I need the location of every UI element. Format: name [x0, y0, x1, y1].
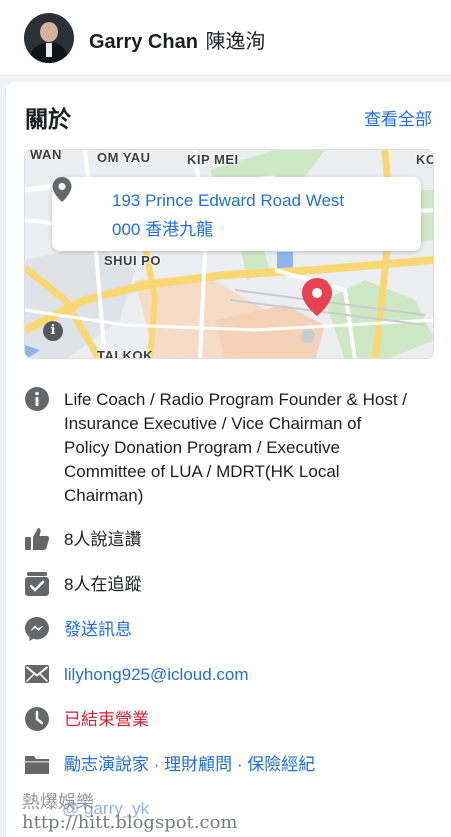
address-card[interactable]: 193 Prince Edward Road West 000 香港九龍	[52, 177, 421, 251]
clock-icon	[25, 707, 49, 731]
hours-status: 已結束營業	[64, 710, 149, 729]
map-info-icon[interactable]: i	[43, 321, 63, 341]
messenger-icon	[25, 617, 49, 641]
detail-email[interactable]: lilyhong925@icloud.com	[24, 661, 434, 689]
thumbs-up-icon	[25, 528, 50, 550]
email-link[interactable]: lilyhong925@icloud.com	[64, 663, 249, 687]
folder-icon	[25, 756, 49, 774]
avatar[interactable]	[24, 13, 74, 63]
watermark-title: 熱爆娛樂	[22, 792, 94, 813]
send-message-link[interactable]: 發送訊息	[64, 618, 132, 642]
category-link[interactable]: 理財顧問	[164, 755, 232, 774]
map-label-shui-po: SHUI PO	[104, 253, 161, 268]
envelope-icon	[25, 665, 49, 683]
map-label-wan: WAN	[30, 149, 62, 162]
category-link[interactable]: 勵志演說家	[64, 755, 149, 774]
followers-text: 8人在追蹤	[64, 575, 142, 594]
profile-name-cn: 陳逸洵	[205, 31, 266, 53]
info-circle-icon	[25, 387, 49, 411]
map-label-kip-mei: KIP MEI	[187, 152, 239, 167]
avatar-shirt	[46, 43, 52, 57]
categories-list: 勵志演說家 · 理財顧問 · 保險經紀	[64, 753, 315, 777]
category-separator: ·	[236, 755, 243, 774]
detail-message[interactable]: 發送訊息	[24, 616, 434, 644]
about-card: 關於 查看全部 WAN OM YAU KIP MEI K SHUI PO TAI…	[6, 82, 451, 837]
detail-followers: 8人在追蹤	[24, 571, 434, 599]
follow-check-icon	[25, 572, 49, 596]
address-line-2: 000 香港九龍	[112, 220, 214, 239]
watermark-url: http://hitt.blogspot.com	[22, 812, 238, 833]
detail-bio: Life Coach / Radio Program Founder & Hos…	[24, 386, 434, 510]
category-separator: ·	[153, 755, 160, 774]
avatar-head	[40, 22, 58, 42]
map-label-ko: KO	[416, 152, 433, 167]
detail-likes: 8人說這讚	[24, 526, 434, 554]
address-line-1: 193 Prince Edward Road West	[112, 191, 345, 210]
profile-name[interactable]: Garry Chan 陳逸洵	[89, 25, 266, 54]
location-map[interactable]: WAN OM YAU KIP MEI KO SHUI PO TAI KOK 19…	[24, 149, 434, 359]
map-marker-icon	[302, 278, 332, 316]
profile-name-en: Garry Chan	[89, 31, 198, 53]
detail-categories: 勵志演說家 · 理財顧問 · 保險經紀	[24, 751, 434, 779]
likes-text: 8人說這讚	[64, 530, 142, 549]
map-label-tai-kok: TAI KOK	[97, 348, 153, 359]
detail-hours: 已結束營業	[24, 706, 434, 734]
see-all-link[interactable]: 查看全部	[364, 105, 432, 130]
profile-header: Garry Chan 陳逸洵	[0, 0, 451, 76]
bio-text: Life Coach / Radio Program Founder & Hos…	[64, 390, 407, 505]
category-link[interactable]: 保險經紀	[247, 755, 315, 774]
location-pin-icon	[52, 177, 72, 202]
about-title: 關於	[25, 106, 71, 132]
map-label-om-yau: OM YAU	[97, 150, 151, 165]
